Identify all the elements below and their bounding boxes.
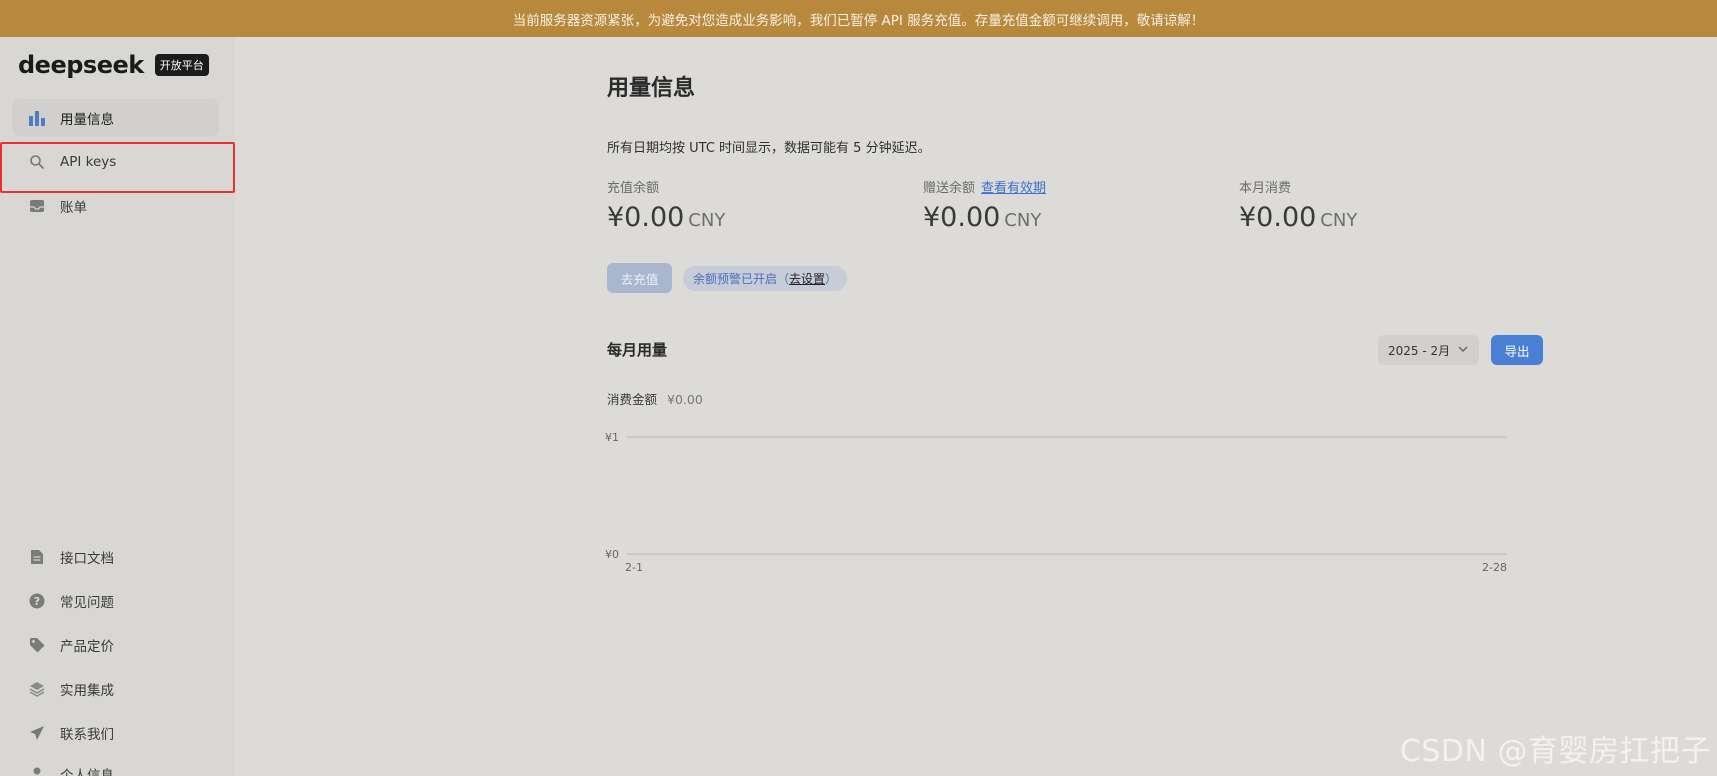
sidebar-item-pricing[interactable]: 产品定价	[12, 626, 219, 664]
brand-logo[interactable]: deepseek 开放平台	[18, 51, 209, 79]
sidebar-item-billing[interactable]: 账单	[12, 187, 219, 225]
stat-value: ¥0.00 CNY	[923, 202, 1046, 233]
sidebar-item-contact[interactable]: 联系我们	[12, 714, 219, 752]
banner-text: 当前服务器资源紧张，为避免对您造成业务影响，我们已暂停 API 服务充值。存量充…	[512, 12, 1205, 29]
x-tick-label: 2-1	[625, 561, 643, 574]
balance-alert-pill: 余额预警已开启（去设置）	[683, 266, 848, 291]
chevron-down-icon	[1457, 343, 1469, 358]
stat-gift-balance: 赠送余额 查看有效期 ¥0.00 CNY	[923, 177, 1046, 233]
watermark: CSDN @育婴房扛把子	[1399, 734, 1711, 769]
stat-value: ¥0.00 CNY	[607, 202, 725, 233]
stat-amount: ¥0.00	[923, 202, 1001, 233]
monthly-usage-title: 每月用量	[607, 341, 668, 359]
spend-label: 消费金额	[607, 392, 658, 407]
bar-chart-icon	[28, 109, 46, 127]
alert-paren-open: （	[777, 272, 790, 286]
question-icon: ?	[28, 592, 46, 610]
export-button[interactable]: 导出	[1491, 335, 1543, 365]
sidebar-item-label: 接口文档	[60, 551, 114, 567]
stat-label: 充值余额	[607, 181, 660, 196]
layers-icon	[28, 680, 46, 698]
timezone-note: 所有日期均按 UTC 时间显示，数据可能有 5 分钟延迟。	[607, 141, 931, 156]
sidebar-item-label: 用量信息	[60, 112, 114, 128]
sidebar-item-integrations[interactable]: 实用集成	[12, 670, 219, 708]
sidebar-item-api-keys[interactable]: API keys	[12, 143, 219, 181]
sidebar-item-faq[interactable]: ? 常见问题	[12, 582, 219, 620]
alert-settings-link[interactable]: 去设置	[789, 270, 825, 287]
stat-currency: CNY	[1320, 210, 1358, 231]
main-content: 用量信息 所有日期均按 UTC 时间显示，数据可能有 5 分钟延迟。 充值余额 …	[235, 37, 1717, 776]
logo-wordmark: deepseek	[18, 51, 144, 79]
y-tick-label: ¥0	[605, 548, 619, 561]
sidebar-item-label: 常见问题	[60, 595, 114, 611]
sidebar-item-label: API keys	[60, 154, 117, 170]
stat-monthly-spend: 本月消费 ¥0.00 CNY	[1239, 177, 1357, 233]
document-icon	[28, 548, 46, 566]
tag-icon	[28, 636, 46, 654]
search-key-icon	[28, 153, 46, 171]
month-select-value: 2025 - 2月	[1388, 343, 1451, 358]
x-tick-label: 2-28	[1482, 561, 1507, 574]
svg-text:?: ?	[34, 595, 40, 608]
inbox-icon	[28, 197, 46, 215]
sidebar-item-docs[interactable]: 接口文档	[12, 538, 219, 576]
sidebar: deepseek 开放平台 用量信息 API keys 账单 接口文档 ? 常见…	[0, 37, 235, 776]
send-icon	[28, 724, 46, 742]
spend-summary: 消费金额 ¥0.00	[607, 389, 703, 408]
sidebar-item-label: 产品定价	[60, 639, 114, 655]
y-tick-label: ¥1	[605, 431, 619, 444]
sidebar-item-label: 实用集成	[60, 683, 114, 699]
sidebar-item-label: 账单	[60, 200, 87, 216]
sidebar-item-label: 个人信息	[60, 768, 114, 776]
month-select[interactable]: 2025 - 2月	[1378, 335, 1479, 365]
stat-label: 本月消费	[1239, 181, 1292, 196]
stat-amount: ¥0.00	[607, 202, 685, 233]
usage-chart: ¥1 ¥0 2-1 2-28	[605, 431, 1507, 574]
stat-value: ¥0.00 CNY	[1239, 202, 1357, 233]
alert-paren-close: ）	[825, 272, 838, 286]
stat-currency: CNY	[688, 210, 726, 231]
stat-label: 赠送余额	[923, 181, 976, 196]
platform-badge: 开放平台	[154, 54, 209, 76]
spend-amount: ¥0.00	[667, 392, 703, 407]
user-icon	[28, 765, 46, 776]
sidebar-item-profile[interactable]: 个人信息	[12, 755, 219, 776]
alert-text: 余额预警已开启	[693, 272, 778, 286]
sidebar-item-label: 联系我们	[60, 727, 114, 743]
stat-label-row: 赠送余额 查看有效期	[923, 177, 1046, 196]
view-validity-link[interactable]: 查看有效期	[981, 181, 1046, 196]
stat-amount: ¥0.00	[1239, 202, 1317, 233]
stat-recharge-balance: 充值余额 ¥0.00 CNY	[607, 177, 725, 233]
announcement-banner: 当前服务器资源紧张，为避免对您造成业务影响，我们已暂停 API 服务充值。存量充…	[0, 0, 1717, 37]
recharge-button[interactable]: 去充值	[607, 263, 672, 293]
stat-currency: CNY	[1004, 210, 1042, 231]
page-title: 用量信息	[607, 76, 696, 101]
sidebar-item-usage[interactable]: 用量信息	[12, 99, 219, 137]
